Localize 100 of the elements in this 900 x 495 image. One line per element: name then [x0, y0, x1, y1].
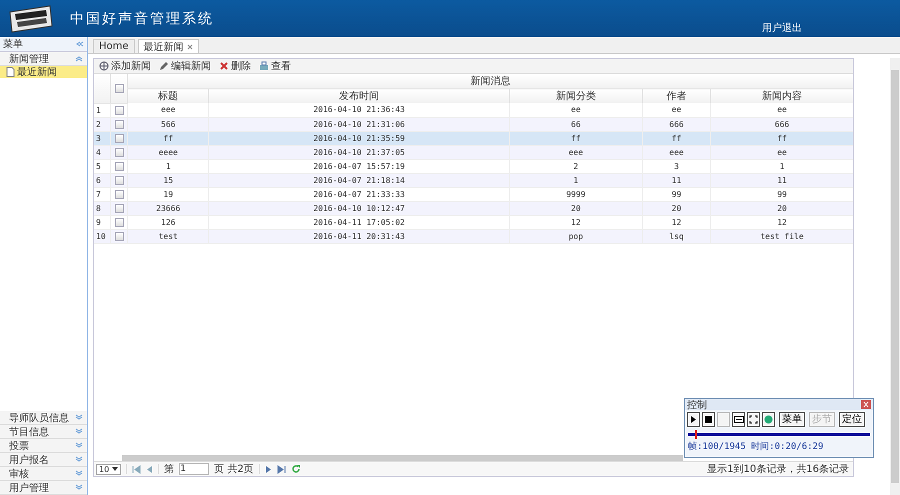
menu-group[interactable]: 用户管理: [0, 481, 87, 495]
stop-button[interactable]: [702, 412, 715, 427]
frame-button[interactable]: [747, 412, 760, 427]
row-checkbox[interactable]: [114, 162, 124, 171]
menu-group[interactable]: 投票: [0, 439, 87, 453]
table-cell: 666: [710, 117, 853, 131]
table-row[interactable]: 1 eee 2016-04-10 21:36:43 ee ee ee: [94, 103, 853, 117]
table-row[interactable]: 6 15 2016-04-07 21:18:14 1 11 11: [94, 173, 853, 187]
table-row[interactable]: 4 eeee 2016-04-10 21:37:05 eee eee ee: [94, 145, 853, 159]
vertical-scrollbar[interactable]: [890, 58, 900, 495]
table-cell: 23666: [128, 201, 209, 215]
menu-group-label: 新闻管理: [9, 52, 49, 66]
column-header[interactable]: 新闻分类: [509, 88, 642, 103]
row-checkbox[interactable]: [114, 232, 124, 241]
row-checkbox[interactable]: [114, 176, 124, 185]
table-cell: 12: [710, 215, 853, 229]
expand-icon[interactable]: [75, 456, 83, 463]
screen-button[interactable]: [732, 412, 745, 427]
table-row[interactable]: 3 ff 2016-04-10 21:35:59 ff ff ff: [94, 131, 853, 145]
toolbar-button[interactable]: 删除: [216, 59, 254, 73]
column-header[interactable]: 发布时间: [208, 88, 510, 103]
table-cell: 99: [710, 187, 853, 201]
close-icon[interactable]: [186, 44, 193, 50]
row-number: 10: [94, 229, 110, 243]
table-row[interactable]: 2 566 2016-04-10 21:31:06 66 666 666: [94, 117, 853, 131]
document-icon: [6, 67, 15, 77]
table-cell: 1: [710, 159, 853, 173]
menu-group[interactable]: 新闻管理: [0, 52, 87, 66]
cursor-button[interactable]: [762, 412, 775, 427]
row-checkbox[interactable]: [114, 120, 124, 129]
previous-page-icon[interactable]: [146, 464, 154, 474]
table-cell: 9999: [509, 187, 642, 201]
table-cell: 2: [509, 159, 642, 173]
table-row[interactable]: 8 23666 2016-04-10 10:12:47 20 20 20: [94, 201, 853, 215]
table-cell: 11: [642, 173, 711, 187]
table-cell: pop: [509, 229, 642, 243]
expand-icon[interactable]: [75, 428, 83, 435]
table-row[interactable]: 9 126 2016-04-11 17:05:02 12 12 12: [94, 215, 853, 229]
menu-group[interactable]: 用户报名: [0, 453, 87, 467]
tab[interactable]: 最近新闻: [138, 39, 199, 53]
table-cell: eee: [509, 145, 642, 159]
recorder-button[interactable]: 定位: [839, 412, 865, 427]
table-cell: 2016-04-10 21:36:43: [208, 103, 510, 117]
table-cell: ee: [710, 103, 853, 117]
expand-icon[interactable]: [75, 484, 83, 491]
toolbar-button[interactable]: 查看: [256, 59, 294, 73]
expand-icon[interactable]: [75, 414, 83, 421]
table-row[interactable]: 5 1 2016-04-07 15:57:19 2 3 1: [94, 159, 853, 173]
horizontal-scrollbar[interactable]: [122, 455, 683, 461]
table-cell: ff: [642, 131, 711, 145]
close-button[interactable]: [861, 400, 871, 409]
table-cell: lsq: [642, 229, 711, 243]
column-group-header: 新闻消息: [128, 74, 853, 88]
tab[interactable]: Home: [93, 39, 135, 53]
toolbar-button[interactable]: 添加新闻: [96, 59, 154, 73]
menu-group[interactable]: 导师队员信息: [0, 411, 87, 425]
play-button[interactable]: [687, 412, 700, 427]
first-page-icon[interactable]: [132, 464, 142, 474]
frame-icon: [749, 415, 758, 424]
menu-item[interactable]: 最近新闻: [0, 66, 87, 78]
menu-group[interactable]: 审核: [0, 467, 87, 481]
refresh-icon[interactable]: [290, 464, 301, 474]
logout-link[interactable]: 用户退出: [762, 21, 802, 35]
page-input[interactable]: 1: [179, 463, 210, 475]
play-icon: [690, 416, 697, 423]
row-number: 5: [94, 159, 110, 173]
table-cell: ee: [509, 103, 642, 117]
row-checkbox[interactable]: [114, 134, 124, 143]
app-title: 中国好声音管理系统: [70, 10, 214, 28]
column-header[interactable]: 标题: [128, 88, 209, 103]
row-checkbox[interactable]: [114, 106, 124, 115]
menu-group[interactable]: 节目信息: [0, 425, 87, 439]
table-row[interactable]: 10 test 2016-04-11 20:31:43 pop lsq test file: [94, 229, 853, 243]
circle-icon: [764, 415, 773, 424]
menu-group-label: 审核: [9, 468, 29, 480]
menu-group-label: 投票: [9, 440, 29, 452]
table-cell: 2016-04-11 17:05:02: [208, 215, 510, 229]
menu-group-label: 用户报名: [9, 454, 49, 466]
row-checkbox[interactable]: [114, 190, 124, 199]
row-checkbox[interactable]: [114, 218, 124, 227]
sidebar-title: 菜单: [3, 38, 23, 51]
last-page-icon[interactable]: [276, 464, 286, 474]
row-checkbox[interactable]: [114, 204, 124, 213]
row-checkbox[interactable]: [114, 148, 124, 157]
toolbar-button[interactable]: 编辑新闻: [156, 59, 214, 73]
record-summary: 显示1到10条记录，共16条记录: [707, 462, 849, 476]
select-all-checkbox[interactable]: [114, 84, 124, 93]
column-header[interactable]: 作者: [642, 88, 711, 103]
collapse-icon[interactable]: [76, 41, 84, 47]
table-cell: 2016-04-10 21:37:05: [208, 145, 510, 159]
expand-icon[interactable]: [75, 442, 83, 449]
recorder-button[interactable]: 菜单: [779, 412, 805, 427]
progress-track[interactable]: [688, 433, 870, 436]
column-header[interactable]: 新闻内容: [710, 88, 853, 103]
collapse-icon[interactable]: [75, 55, 83, 62]
table-row[interactable]: 7 19 2016-04-07 21:33:33 9999 99 99: [94, 187, 853, 201]
next-page-icon[interactable]: [264, 464, 272, 474]
page-prefix: 第: [164, 463, 174, 476]
expand-icon[interactable]: [75, 470, 83, 477]
page-size-select[interactable]: 10: [96, 464, 122, 474]
